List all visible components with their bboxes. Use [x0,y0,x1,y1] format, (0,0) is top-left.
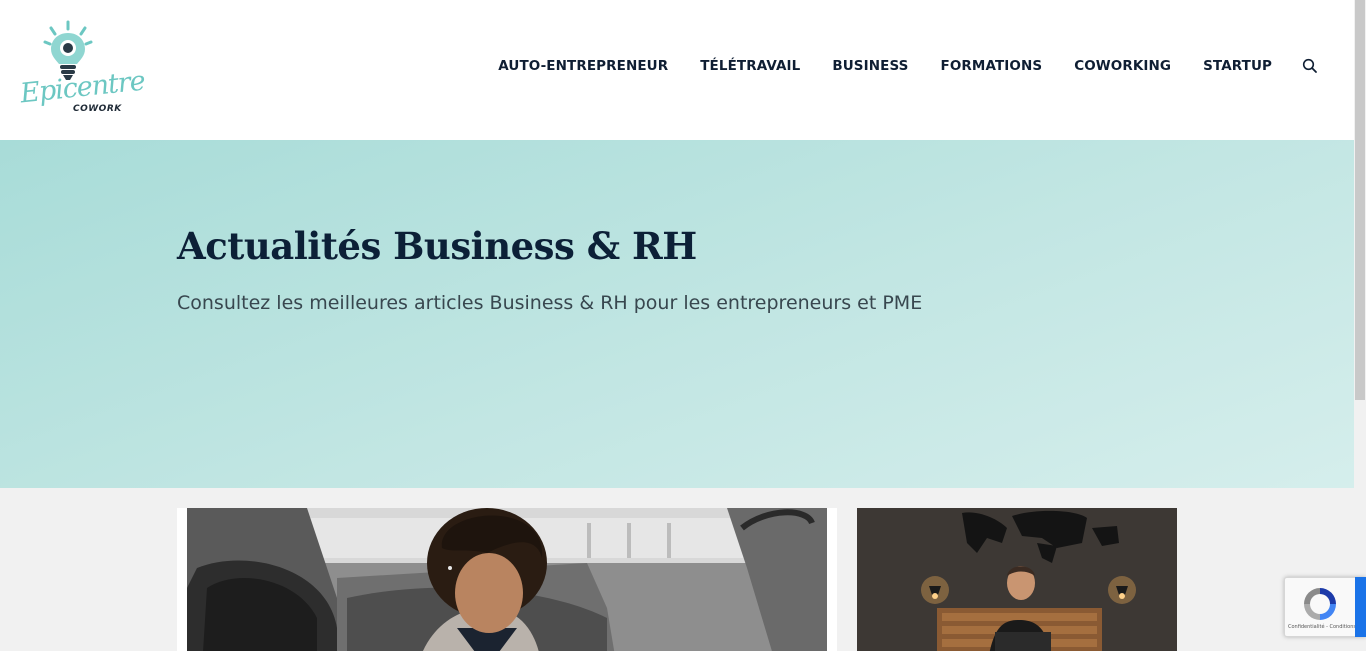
site-header: Epicentre COWORK AUTO-ENTREPRENEUR TÉLÉT… [0,0,1354,140]
scrollbar-thumb[interactable] [1355,0,1365,400]
nav-item-coworking[interactable]: COWORKING [1074,58,1171,74]
nav-item-business[interactable]: BUSINESS [832,58,908,74]
main-nav: AUTO-ENTREPRENEUR TÉLÉTRAVAIL BUSINESS F… [466,58,1318,74]
recaptcha-icon [1304,588,1336,620]
scrollbar[interactable] [1354,0,1366,651]
hero-banner: Actualités Business & RH Consultez les m… [0,140,1354,488]
recaptcha-legal[interactable]: Confidentialité - Conditions [1288,624,1356,630]
search-icon[interactable] [1302,58,1318,74]
page: Epicentre COWORK AUTO-ENTREPRENEUR TÉLÉT… [0,0,1354,651]
nav-item-startup[interactable]: STARTUP [1203,58,1272,74]
nav-item-formations[interactable]: FORMATIONS [941,58,1043,74]
recaptcha-tab[interactable] [1355,577,1366,637]
recaptcha-badge[interactable]: Confidentialité - Conditions [1284,577,1366,637]
site-logo[interactable]: Epicentre COWORK [18,20,146,120]
article-image-woman-in-car[interactable] [187,508,827,651]
logo-subtitle: COWORK [73,104,122,114]
article-card-secondary[interactable] [857,508,1177,651]
article-card-featured[interactable] [177,508,837,651]
nav-item-auto-entrepreneur[interactable]: AUTO-ENTREPRENEUR [498,58,668,74]
article-photo [187,508,827,651]
nav-item-teletravail[interactable]: TÉLÉTRAVAIL [700,58,800,74]
article-image-man-laptop[interactable] [857,508,1177,651]
page-subtitle: Consultez les meilleures articles Busine… [177,292,923,314]
page-title: Actualités Business & RH [177,224,697,268]
